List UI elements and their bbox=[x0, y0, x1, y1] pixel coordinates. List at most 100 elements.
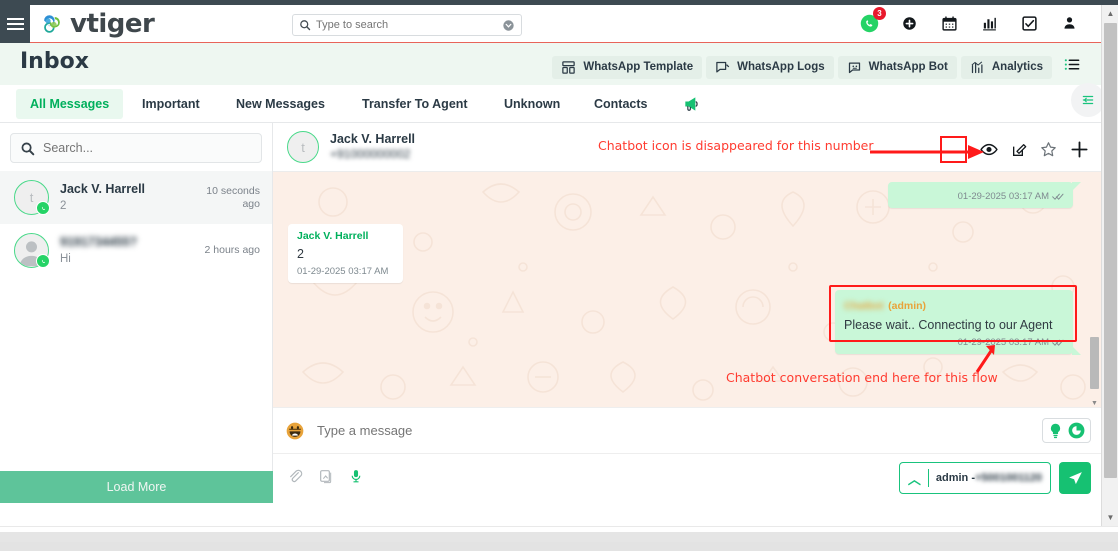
composer-action-row: ︿ admin - +5001001120 bbox=[273, 454, 1101, 503]
sender-number-dropdown[interactable]: ︿ admin - +5001001120 bbox=[898, 462, 1051, 494]
tab-transfer-to-agent[interactable]: Transfer To Agent bbox=[348, 89, 482, 119]
conversation-search[interactable] bbox=[10, 133, 262, 163]
message-list[interactable]: 01-29-2025 03:17 AM Jack V. Harrell 2 01… bbox=[273, 172, 1101, 407]
vtiger-logo-icon bbox=[44, 15, 60, 33]
refresh-circle-icon[interactable] bbox=[1067, 421, 1086, 440]
microphone-icon[interactable] bbox=[349, 467, 363, 490]
whatsapp-bot-button[interactable]: WhatsApp Bot bbox=[837, 55, 957, 79]
edit-icon[interactable] bbox=[1011, 142, 1027, 158]
bubble-tail bbox=[1072, 346, 1081, 355]
message-preview: Hi bbox=[60, 252, 71, 265]
list-item[interactable]: 9191734455? Hi 2 hours ago bbox=[0, 224, 272, 277]
add-circle-icon[interactable] bbox=[900, 12, 919, 34]
annotation-chatbot-missing: Chatbot icon is disappeared for this num… bbox=[598, 138, 874, 153]
search-icon bbox=[21, 142, 35, 155]
bot-chat-icon bbox=[848, 62, 860, 73]
bulb-icon[interactable] bbox=[1047, 422, 1064, 439]
image-attach-icon[interactable] bbox=[318, 468, 334, 489]
annotation-highlight-box bbox=[829, 285, 1077, 342]
whatsapp-logs-label: WhatsApp Logs bbox=[737, 61, 825, 73]
tab-unknown[interactable]: Unknown bbox=[490, 89, 574, 119]
avatar: t bbox=[14, 180, 50, 215]
message-input[interactable] bbox=[317, 423, 1042, 438]
whatsapp-bot-label: WhatsApp Bot bbox=[868, 61, 948, 73]
message-timestamp: 01-29-2025 03:17 AM bbox=[897, 191, 1064, 202]
divider bbox=[927, 469, 929, 487]
message-text: 2 bbox=[297, 247, 304, 261]
task-checkbox-icon[interactable] bbox=[1020, 12, 1039, 34]
window-scrollbar-thumb[interactable] bbox=[1104, 23, 1117, 478]
window-hscrollbar-thumb[interactable] bbox=[0, 542, 1118, 551]
chevron-up-icon[interactable]: ▲ bbox=[1102, 5, 1118, 22]
load-more-button[interactable]: Load More bbox=[0, 471, 273, 503]
whatsapp-channel-icon bbox=[36, 254, 50, 268]
chevron-down-icon[interactable]: ▼ bbox=[1091, 400, 1098, 407]
contact-name: Jack V. Harrell bbox=[60, 181, 146, 196]
star-icon[interactable] bbox=[1040, 141, 1057, 158]
hamburger-menu-button[interactable] bbox=[0, 5, 30, 43]
analytics-label: Analytics bbox=[991, 61, 1043, 73]
megaphone-icon[interactable] bbox=[681, 94, 703, 119]
chevron-circle-down-icon[interactable] bbox=[502, 19, 515, 32]
list-view-icon[interactable] bbox=[1056, 52, 1087, 82]
vtiger-logo[interactable]: vtiger bbox=[38, 9, 155, 39]
chat-scrollbar[interactable]: ▼ bbox=[1090, 172, 1099, 407]
annotation-conversation-end: Chatbot conversation end here for this f… bbox=[726, 370, 998, 385]
message-preview: 2 bbox=[60, 199, 67, 212]
emoji-smiley-icon[interactable] bbox=[285, 421, 305, 441]
plus-icon[interactable] bbox=[1070, 140, 1089, 159]
composer-input-row bbox=[273, 408, 1101, 454]
top-navigation-bar: vtiger 3 bbox=[0, 5, 1101, 43]
chat-panel: t Jack V. Harrell +91000000002 Chatbot i… bbox=[273, 123, 1101, 503]
annotation-arrow-up bbox=[975, 345, 995, 373]
search-icon bbox=[300, 20, 311, 31]
avatar-initial: t bbox=[287, 131, 319, 163]
conversation-search-input[interactable] bbox=[43, 141, 252, 155]
page-bottom-spacer bbox=[0, 503, 1101, 526]
whatsapp-template-label: WhatsApp Template bbox=[583, 61, 694, 73]
whatsapp-unread-badge: 3 bbox=[873, 7, 886, 20]
conversation-list: t Jack V. Harrell 2 10 seconds ago 91917… bbox=[0, 171, 272, 277]
search-input[interactable] bbox=[316, 19, 502, 31]
message-bubble-outgoing: 01-29-2025 03:17 AM bbox=[888, 182, 1081, 208]
tab-contacts[interactable]: Contacts bbox=[580, 89, 661, 119]
composer-quick-actions bbox=[1042, 418, 1091, 443]
chat-contact-info: Jack V. Harrell +91000000002 bbox=[330, 132, 415, 162]
collapse-panel-button[interactable] bbox=[1071, 83, 1105, 117]
brand-name: vtiger bbox=[70, 9, 155, 39]
global-search[interactable] bbox=[292, 14, 522, 36]
annotation-arrow-right bbox=[870, 145, 984, 159]
hamburger-icon bbox=[6, 16, 24, 33]
chat-scrollbar-thumb[interactable] bbox=[1090, 337, 1099, 389]
message-composer: ︿ admin - +5001001120 bbox=[273, 407, 1101, 503]
bubble-tail bbox=[1072, 182, 1081, 191]
list-item[interactable]: t Jack V. Harrell 2 10 seconds ago bbox=[0, 171, 272, 224]
analytics-chart-icon bbox=[971, 60, 983, 73]
sender-number: +5001001120 bbox=[975, 472, 1042, 484]
analytics-bar-icon[interactable] bbox=[980, 12, 999, 34]
analytics-button[interactable]: Analytics bbox=[960, 55, 1052, 79]
avatar: t bbox=[287, 131, 319, 163]
tab-important[interactable]: Important bbox=[128, 89, 214, 119]
send-plane-icon bbox=[1068, 471, 1082, 484]
page-title: Inbox bbox=[20, 49, 89, 74]
window-horizontal-scrollbar[interactable] bbox=[0, 526, 1118, 551]
send-controls: ︿ admin - +5001001120 bbox=[898, 462, 1091, 494]
send-button[interactable] bbox=[1059, 462, 1091, 494]
attachment-actions bbox=[287, 467, 363, 490]
whatsapp-template-button[interactable]: WhatsApp Template bbox=[552, 55, 703, 79]
whatsapp-icon[interactable]: 3 bbox=[860, 7, 886, 34]
paperclip-icon[interactable] bbox=[287, 468, 303, 489]
tab-all-messages[interactable]: All Messages bbox=[16, 89, 124, 119]
message-timestamp: 01-29-2025 03:17 AM bbox=[297, 266, 389, 277]
whatsapp-logs-button[interactable]: WhatsApp Logs bbox=[706, 55, 834, 79]
window-vertical-scrollbar[interactable]: ▲ ▼ bbox=[1101, 5, 1118, 526]
chevron-down-icon[interactable]: ▼ bbox=[1102, 509, 1118, 526]
window-hscrollbar-track[interactable] bbox=[0, 532, 1118, 542]
user-profile-icon[interactable] bbox=[1060, 12, 1079, 34]
template-layout-icon bbox=[562, 60, 576, 74]
module-header: Inbox WhatsApp Template WhatsApp Logs Wh… bbox=[0, 43, 1101, 85]
tab-new-messages[interactable]: New Messages bbox=[222, 89, 339, 119]
calendar-icon[interactable] bbox=[940, 12, 959, 34]
sender-label: admin - bbox=[935, 472, 975, 484]
